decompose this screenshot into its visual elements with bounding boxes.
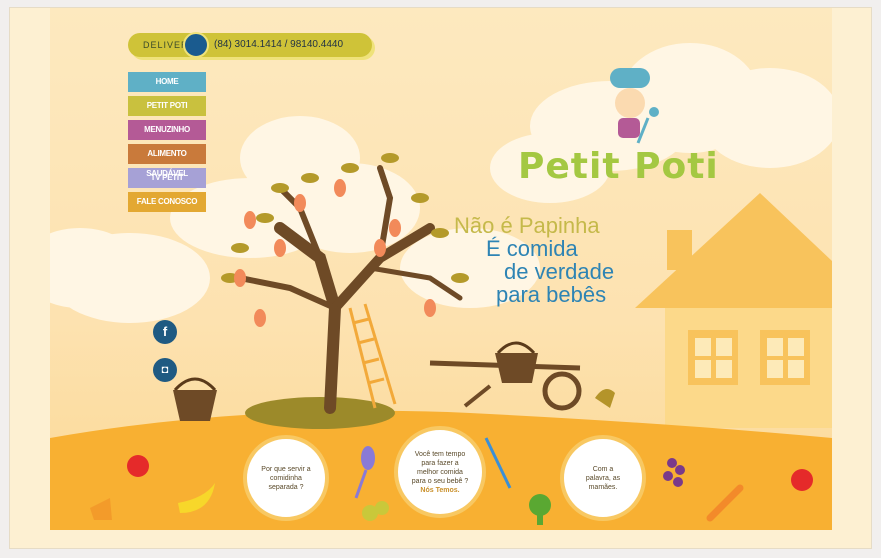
menu-item-menuzinho[interactable]: MENUZINHO (128, 120, 206, 140)
menu-item-home[interactable]: HOME (128, 72, 206, 92)
facebook-icon[interactable]: f (153, 320, 177, 344)
slogan-line-2: É comida (486, 236, 578, 261)
main-menu: HOME PETIT POTI MENUZINHO ALIMENTO SAUDÁ… (128, 72, 206, 216)
bubble-we-have[interactable]: Você tem tempo para fazer a melhor comid… (394, 426, 486, 518)
slogan: Não é Papinha É comida de verdade para b… (454, 214, 614, 306)
logo-text: Petit Poti (518, 146, 719, 187)
hero-scene: Petit Poti DELIVERY (84) 3014.1414 / 981… (50, 8, 832, 530)
bubble-why-separate[interactable]: Por que servir a comidinha separada ? (243, 435, 329, 521)
slogan-line-4: para bebês (496, 282, 607, 307)
menu-item-tv-petit[interactable]: TV PETIT (128, 168, 206, 188)
instagram-icon[interactable]: ◘ (153, 358, 177, 382)
phone-icon (183, 32, 209, 58)
bubble-moms[interactable]: Com a palavra, as mamães. (560, 435, 646, 521)
delivery-bar[interactable]: DELIVERY (84) 3014.1414 / 98140.4440 (128, 32, 372, 58)
delivery-phone: (84) 3014.1414 / 98140.4440 (214, 39, 343, 50)
page-frame: Petit Poti DELIVERY (84) 3014.1414 / 981… (9, 7, 872, 549)
slogan-line-1: Não é Papinha (454, 213, 600, 238)
slogan-line-3: de verdade (504, 259, 615, 284)
menu-item-fale-conosco[interactable]: FALE CONOSCO (128, 192, 206, 212)
menu-item-alimento-saudavel[interactable]: ALIMENTO SAUDÁVEL (128, 144, 206, 178)
menu-item-petit-poti[interactable]: PETIT POTI (128, 96, 206, 116)
bubble-link-nos-temos[interactable]: Nós Temos. (420, 486, 459, 495)
